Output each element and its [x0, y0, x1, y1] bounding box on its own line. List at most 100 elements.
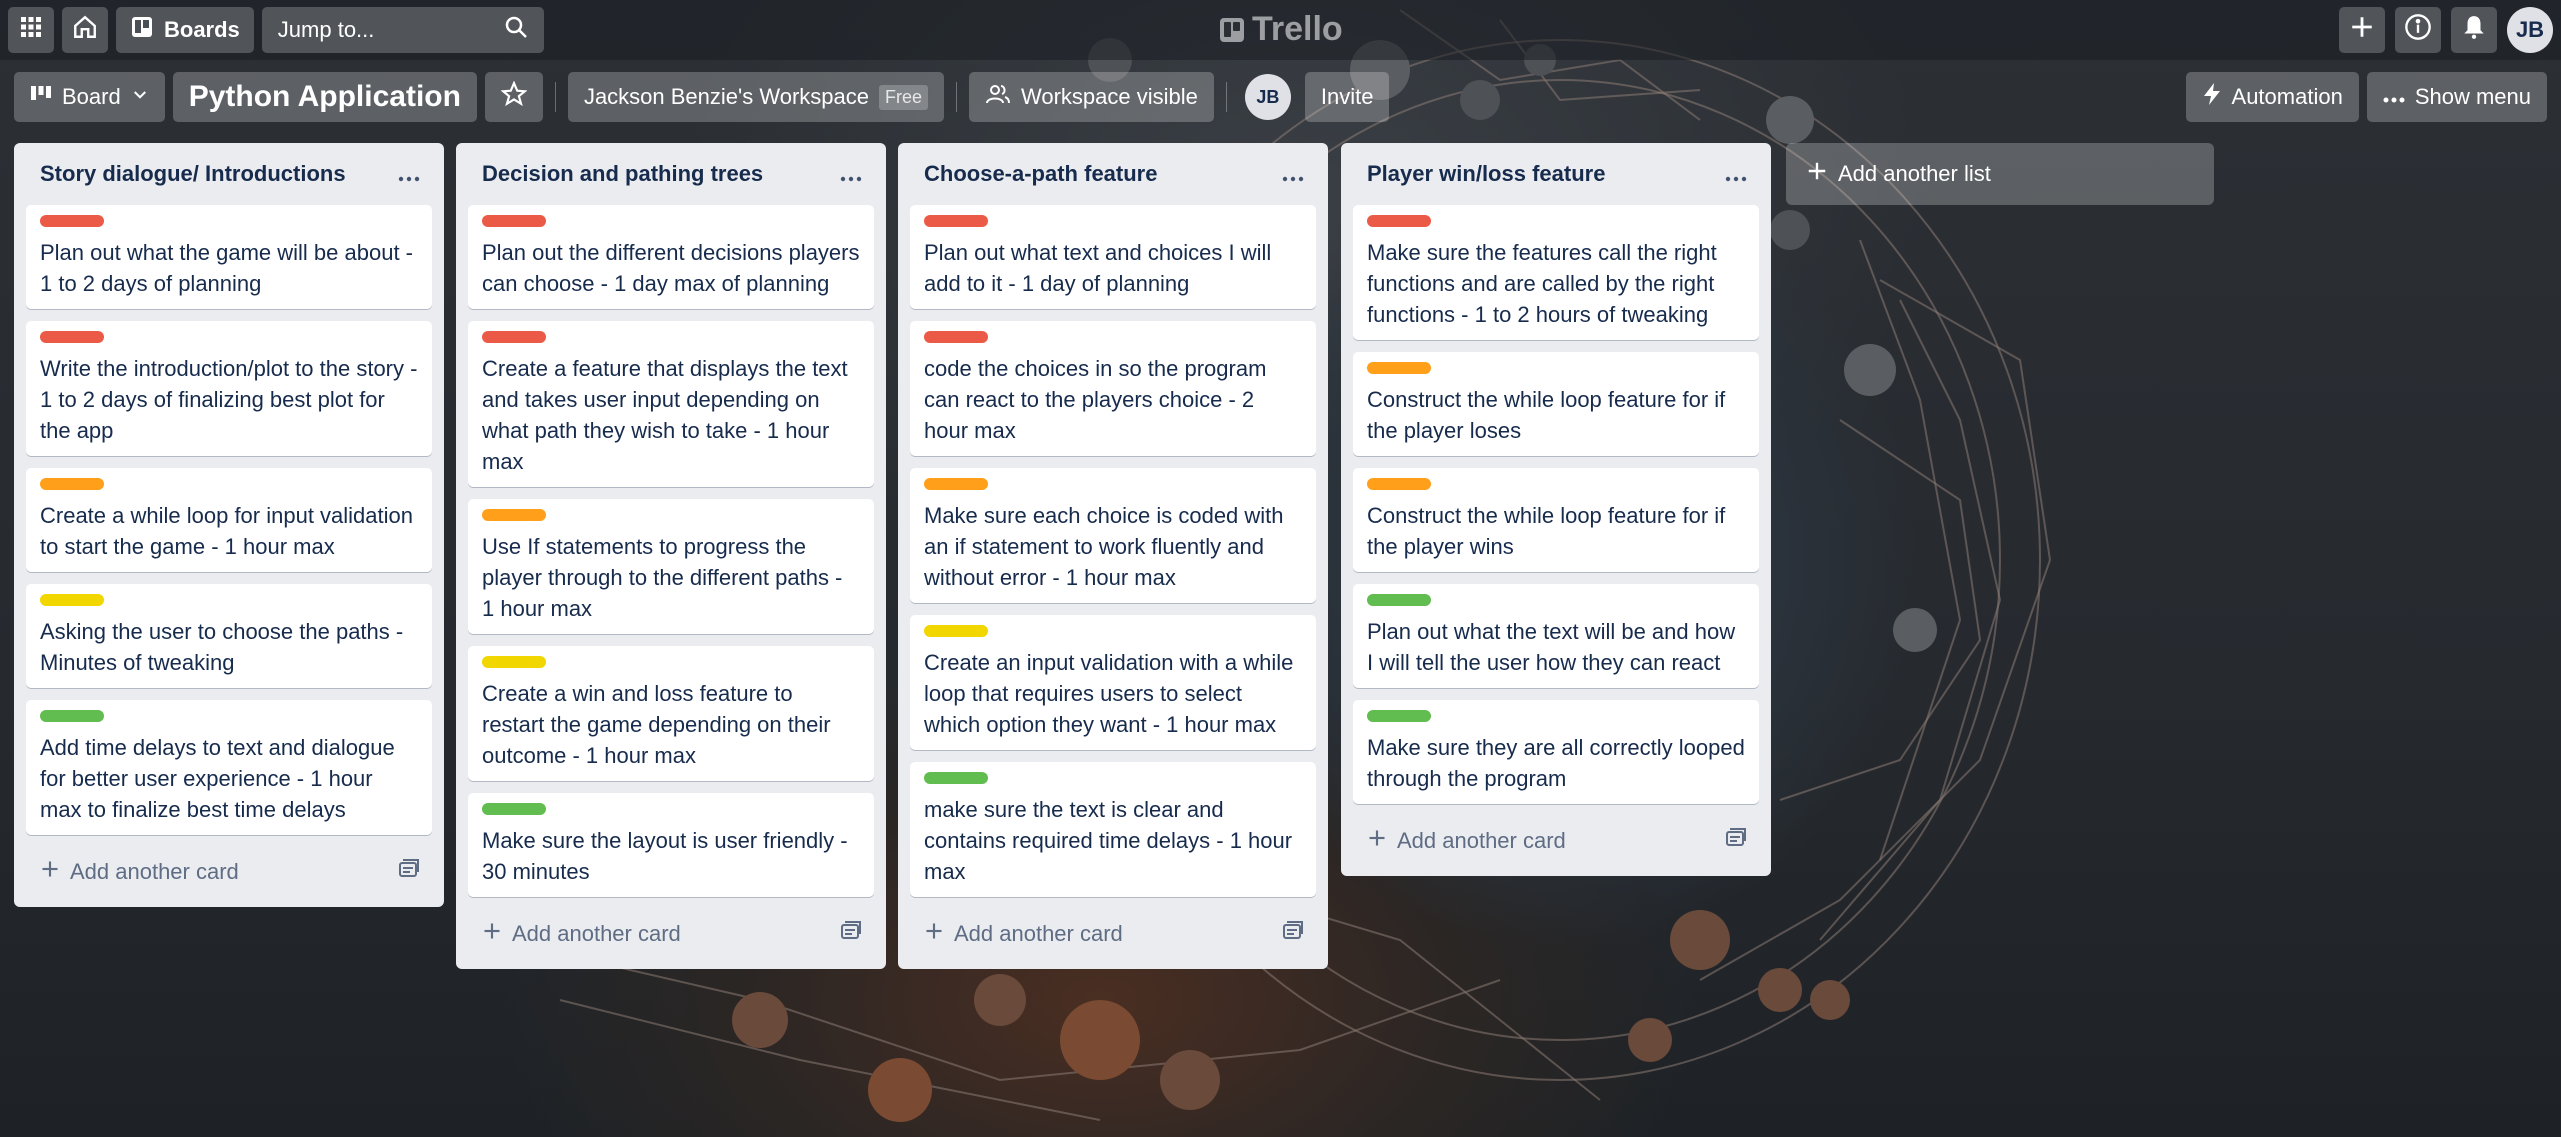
- notifications-button[interactable]: [2451, 7, 2497, 53]
- card-label[interactable]: [482, 331, 546, 343]
- card-title: make sure the text is clear and contains…: [924, 797, 1293, 884]
- trello-logo[interactable]: Trello: [1220, 10, 1343, 49]
- card[interactable]: Plan out what the game will be about - 1…: [26, 205, 432, 309]
- apps-grid-icon: [20, 16, 42, 44]
- card[interactable]: Plan out the different decisions players…: [468, 205, 874, 309]
- card-label[interactable]: [924, 331, 988, 343]
- template-icon: [840, 921, 862, 946]
- card-label[interactable]: [40, 215, 104, 227]
- card-label[interactable]: [40, 478, 104, 490]
- card-title: Make sure they are all correctly looped …: [1367, 735, 1745, 791]
- card[interactable]: Write the introduction/plot to the story…: [26, 321, 432, 456]
- add-card-label: Add another card: [512, 921, 681, 946]
- search-input[interactable]: Jump to...: [261, 7, 544, 53]
- card[interactable]: Use If statements to progress the player…: [468, 499, 874, 634]
- board-view-switcher[interactable]: Board: [14, 72, 165, 122]
- card[interactable]: Construct the while loop feature for if …: [1353, 468, 1759, 572]
- info-icon: [2404, 13, 2432, 47]
- list-title[interactable]: Story dialogue/ Introductions: [40, 161, 346, 187]
- card-title: Use If statements to progress the player…: [482, 534, 843, 621]
- card-label[interactable]: [40, 331, 104, 343]
- list-title[interactable]: Decision and pathing trees: [482, 161, 763, 187]
- card-label[interactable]: [1367, 594, 1431, 606]
- card-label[interactable]: [1367, 215, 1431, 227]
- list-actions-button[interactable]: [840, 161, 862, 187]
- boards-icon: [130, 15, 154, 45]
- card[interactable]: code the choices in so the program can r…: [910, 321, 1316, 456]
- boards-button[interactable]: Boards: [116, 7, 254, 53]
- divider: [956, 82, 957, 112]
- user-avatar[interactable]: JB: [2507, 7, 2553, 53]
- member-avatar[interactable]: JB: [1244, 74, 1291, 120]
- card[interactable]: Add time delays to text and dialogue for…: [26, 700, 432, 835]
- show-menu-button[interactable]: Show menu: [2366, 72, 2547, 122]
- list-footer: Add another card: [910, 909, 1316, 959]
- create-from-template-button[interactable]: [1282, 921, 1304, 947]
- plus-icon: [1806, 160, 1828, 188]
- card[interactable]: make sure the text is clear and contains…: [910, 762, 1316, 897]
- card-title: Add time delays to text and dialogue for…: [40, 735, 395, 822]
- card-title: Construct the while loop feature for if …: [1367, 503, 1726, 559]
- card[interactable]: Plan out what text and choices I will ad…: [910, 205, 1316, 309]
- card-label[interactable]: [482, 509, 546, 521]
- card[interactable]: Create a win and loss feature to restart…: [468, 646, 874, 781]
- template-icon: [1282, 921, 1304, 946]
- template-icon: [1725, 828, 1747, 853]
- list-column: Decision and pathing trees Plan out the d…: [456, 143, 886, 969]
- card[interactable]: Create a while loop for input validation…: [26, 468, 432, 572]
- add-card-button[interactable]: Add another card: [1367, 828, 1566, 854]
- card-label[interactable]: [924, 478, 988, 490]
- plus-icon: [1367, 828, 1387, 854]
- workspace-button[interactable]: Jackson Benzie's Workspace Free: [567, 72, 944, 122]
- automation-label: Automation: [2231, 84, 2343, 109]
- automation-button[interactable]: Automation: [2185, 72, 2359, 122]
- more-horizontal-icon: [1282, 159, 1304, 189]
- card[interactable]: Make sure the features call the right fu…: [1353, 205, 1759, 340]
- invite-button[interactable]: Invite: [1304, 72, 1390, 122]
- card[interactable]: Make sure the layout is user friendly - …: [468, 793, 874, 897]
- add-card-button[interactable]: Add another card: [40, 859, 239, 885]
- card[interactable]: Create a feature that displays the text …: [468, 321, 874, 487]
- trello-logo-text: Trello: [1252, 10, 1343, 48]
- card-label[interactable]: [482, 803, 546, 815]
- card-title: Plan out what text and choices I will ad…: [924, 240, 1272, 296]
- add-list-button[interactable]: Add another list: [1786, 143, 2214, 205]
- add-card-button[interactable]: Add another card: [924, 921, 1123, 947]
- card[interactable]: Construct the while loop feature for if …: [1353, 352, 1759, 456]
- card[interactable]: Asking the user to choose the paths - Mi…: [26, 584, 432, 688]
- list-actions-button[interactable]: [1282, 161, 1304, 187]
- create-from-template-button[interactable]: [1725, 828, 1747, 854]
- card[interactable]: Make sure they are all correctly looped …: [1353, 700, 1759, 804]
- list-actions-button[interactable]: [1725, 161, 1747, 187]
- card-label[interactable]: [482, 656, 546, 668]
- list-actions-button[interactable]: [398, 161, 420, 187]
- show-menu-label: Show menu: [2414, 84, 2531, 109]
- more-horizontal-icon: [398, 159, 420, 189]
- card-label[interactable]: [1367, 710, 1431, 722]
- card-label[interactable]: [924, 625, 988, 637]
- card-label[interactable]: [924, 215, 988, 227]
- create-from-template-button[interactable]: [398, 859, 420, 885]
- card-label[interactable]: [40, 710, 104, 722]
- card[interactable]: Plan out what the text will be and how I…: [1353, 584, 1759, 688]
- star-button[interactable]: [484, 72, 543, 122]
- card-label[interactable]: [40, 594, 104, 606]
- list-title[interactable]: Player win/loss feature: [1367, 161, 1605, 187]
- apps-grid-button[interactable]: [8, 7, 54, 53]
- card-label[interactable]: [1367, 478, 1431, 490]
- create-button[interactable]: [2339, 7, 2385, 53]
- add-card-button[interactable]: Add another card: [482, 921, 681, 947]
- card[interactable]: Create an input validation with a while …: [910, 615, 1316, 750]
- create-from-template-button[interactable]: [840, 921, 862, 947]
- home-button[interactable]: [62, 7, 108, 53]
- info-button[interactable]: [2395, 7, 2441, 53]
- list-title[interactable]: Choose-a-path feature: [924, 161, 1157, 187]
- list-header: Decision and pathing trees: [468, 143, 874, 205]
- card-label[interactable]: [482, 215, 546, 227]
- board-title[interactable]: Python Application: [172, 72, 477, 122]
- card-label[interactable]: [1367, 362, 1431, 374]
- divider: [1225, 82, 1227, 112]
- card-label[interactable]: [924, 772, 988, 784]
- card[interactable]: Make sure each choice is coded with an i…: [910, 468, 1316, 603]
- visibility-button[interactable]: Workspace visible: [969, 72, 1214, 122]
